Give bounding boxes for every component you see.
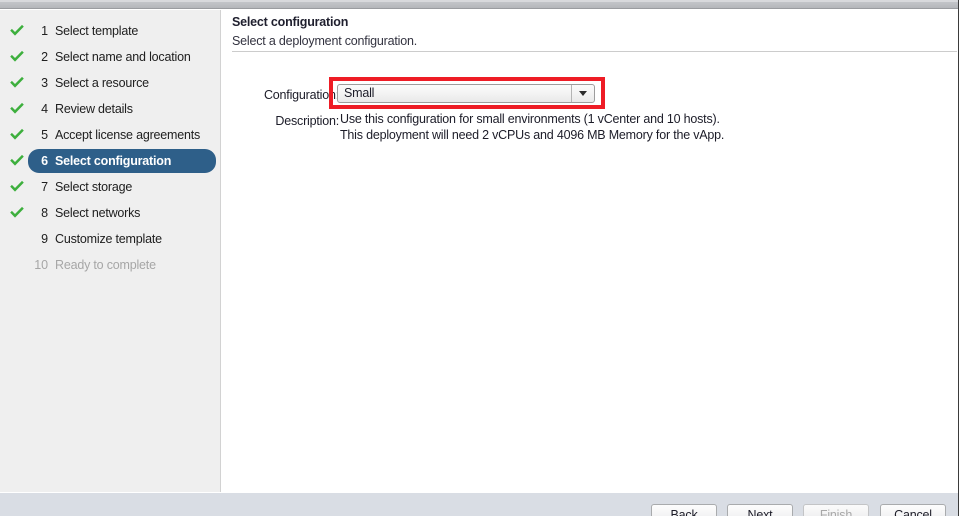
page-title: Select configuration [232,15,349,29]
step-number: 6 [41,154,48,168]
check-icon [6,154,28,168]
back-button[interactable]: Back [651,504,717,516]
step-label: Select name and location [55,50,191,64]
window-titlebar [0,0,963,9]
step-label: Select a resource [55,76,149,90]
page-subtitle: Select a deployment configuration. [232,34,417,48]
step-label: Select configuration [55,154,172,168]
wizard-footer: Back Next Finish Cancel [0,492,958,516]
sidebar-step-10: 10 Ready to complete [0,252,220,278]
step-label: Select storage [55,180,133,194]
next-button[interactable]: Next [727,504,793,516]
finish-button: Finish [803,504,869,516]
check-icon [6,180,28,194]
window-right-border [958,0,963,516]
check-icon [6,128,28,142]
cancel-button[interactable]: Cancel [880,504,946,516]
step-label: Review details [55,102,133,116]
sidebar-step-4[interactable]: 4 Review details [0,96,220,122]
step-number: 10 [34,258,48,272]
step-number: 3 [41,76,48,90]
sidebar-step-8[interactable]: 8 Select networks [0,200,220,226]
footer-top-separator [0,492,958,493]
step-label: Select networks [55,206,141,220]
step-label: Customize template [55,232,162,246]
step-number: 4 [41,102,48,116]
description-line-2: This deployment will need 2 vCPUs and 40… [340,128,725,142]
titlebar-highlight [0,0,963,2]
wizard-window: 1 Select template 2 Select name and locatio… [0,0,963,516]
check-icon [6,24,28,38]
configuration-dropdown-value: Small [344,86,375,100]
step-number: 5 [41,128,48,142]
check-icon [6,102,28,116]
description-text: Use this configuration for small environ… [340,111,724,143]
configuration-dropdown[interactable]: Small [337,84,595,103]
sidebar-step-9[interactable]: 9 Customize template [0,226,220,252]
wizard-step-list: 1 Select template 2 Select name and locatio… [0,18,220,278]
chevron-down-icon[interactable] [572,85,594,102]
step-number: 2 [41,50,48,64]
check-icon [6,76,28,90]
wizard-content-panel: Select configuration Select a deployment… [221,10,958,492]
configuration-label: Configuration: [263,88,339,102]
sidebar-step-1[interactable]: 1 Select template [0,18,220,44]
sidebar-step-7[interactable]: 7 Select storage [0,174,220,200]
check-icon [6,206,28,220]
step-number: 9 [41,232,48,246]
sidebar-step-6[interactable]: 6 Select configuration [0,148,220,174]
sidebar-step-5[interactable]: 5 Accept license agreements [0,122,220,148]
step-number: 1 [41,24,48,38]
wizard-steps-sidebar: 1 Select template 2 Select name and locatio… [0,10,220,492]
step-number: 8 [41,206,48,220]
step-label: Ready to complete [55,258,156,272]
check-icon [6,50,28,64]
sidebar-step-3[interactable]: 3 Select a resource [0,70,220,96]
step-label: Accept license agreements [55,128,201,142]
description-line-1: Use this configuration for small environ… [340,112,720,126]
header-divider [232,51,957,52]
step-number: 7 [41,180,48,194]
sidebar-step-2[interactable]: 2 Select name and location [0,44,220,70]
step-label: Select template [55,24,139,38]
description-label: Description: [275,114,339,128]
